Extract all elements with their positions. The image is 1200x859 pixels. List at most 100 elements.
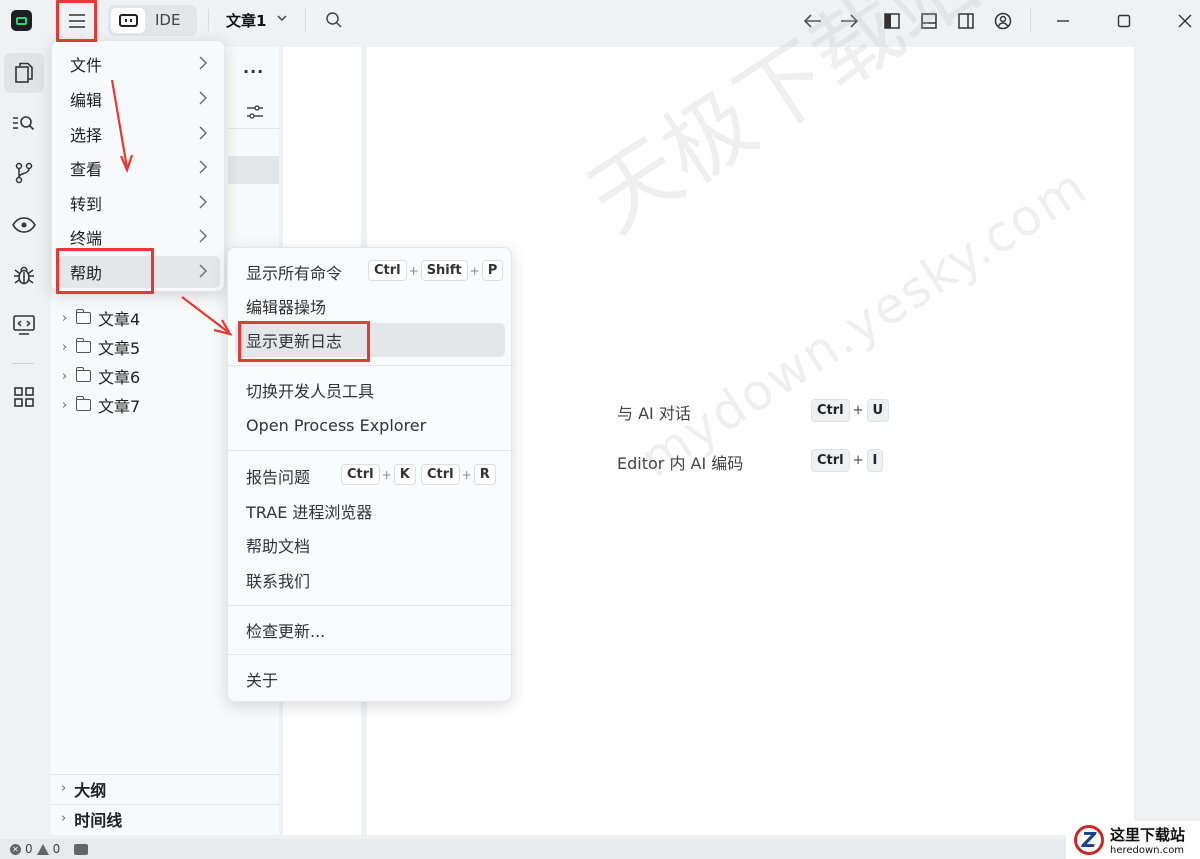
toggle-primary-sidebar-button[interactable] xyxy=(879,8,905,34)
minimize-button[interactable] xyxy=(1050,8,1076,34)
menu-item-label: 选择 xyxy=(70,126,103,145)
plus-sign: + xyxy=(469,263,480,278)
solo-mode-icon[interactable] xyxy=(111,8,145,33)
folder-icon xyxy=(75,309,91,324)
menu-item-label: 关于 xyxy=(246,671,279,690)
title-bar: IDE 文章1 xyxy=(0,0,1200,40)
help-docs-item[interactable]: 帮助文档 xyxy=(235,528,505,562)
tree-item-label: 文章7 xyxy=(98,397,141,416)
arrow-left-icon xyxy=(803,14,821,28)
close-button[interactable] xyxy=(1172,8,1198,34)
panel-bottom-icon xyxy=(921,13,937,29)
minimize-icon xyxy=(1057,20,1069,22)
menu-item-label: 帮助文档 xyxy=(246,537,311,556)
folder-icon xyxy=(75,396,91,411)
back-button[interactable] xyxy=(800,8,826,34)
open-process-explorer-item[interactable]: Open Process Explorer xyxy=(235,408,505,442)
divider xyxy=(305,9,306,31)
divider xyxy=(228,128,279,129)
help-submenu: 显示所有命令 Ctrl + Shift + P 编辑器操场 显示更新日志 切换开… xyxy=(227,247,513,702)
tree-item-label: 文章5 xyxy=(98,339,141,358)
account-button[interactable] xyxy=(990,8,1016,34)
files-icon xyxy=(15,62,33,83)
kbd-key: Shift xyxy=(420,260,468,281)
menu-item-label: 转到 xyxy=(70,195,103,214)
menu-item-label: TRAE 进程浏览器 xyxy=(246,503,373,522)
shortcut-keys: Ctrl + K xyxy=(341,464,416,485)
trae-process-explorer-item[interactable]: TRAE 进程浏览器 xyxy=(235,494,505,528)
maximize-button[interactable] xyxy=(1111,8,1137,34)
site-logo: Z 这里下载站 heredown.com xyxy=(1066,821,1200,859)
more-actions-icon[interactable]: ··· xyxy=(243,62,264,81)
toggle-panel-button[interactable] xyxy=(916,8,942,34)
folder-icon xyxy=(75,367,91,382)
search-icon xyxy=(326,12,342,28)
toggle-secondary-sidebar-button[interactable] xyxy=(953,8,979,34)
plus-sign: + xyxy=(852,403,864,418)
tree-item-folder[interactable]: › 文章5 xyxy=(62,334,140,360)
logo-url: heredown.com xyxy=(1110,845,1185,856)
search-activity[interactable] xyxy=(4,103,44,143)
plus-sign: + xyxy=(408,263,419,278)
activity-bar xyxy=(0,45,48,835)
kbd-key: K xyxy=(393,464,416,485)
about-item[interactable]: 关于 xyxy=(235,662,505,696)
user-circle-icon xyxy=(994,12,1012,30)
tree-item-folder[interactable]: › 文章6 xyxy=(62,363,140,389)
chevron-right-icon: › xyxy=(61,811,67,826)
inline-ai-hint: Editor 内 AI 编码 xyxy=(617,450,743,474)
warning-icon[interactable] xyxy=(36,843,49,855)
menu-item-go[interactable]: 转到 xyxy=(58,187,220,219)
kbd-key: P xyxy=(481,260,504,281)
tree-item-folder[interactable]: › 文章7 xyxy=(62,392,140,418)
menu-item-edit[interactable]: 编辑 xyxy=(58,83,220,115)
forward-button[interactable] xyxy=(836,8,862,34)
extensions-activity[interactable] xyxy=(4,377,44,417)
error-count[interactable]: 0 xyxy=(25,842,33,856)
source-control-activity[interactable] xyxy=(4,153,44,193)
menu-item-selection[interactable]: 选择 xyxy=(58,118,220,150)
kbd-key: Ctrl xyxy=(811,449,850,472)
editor-playground-item[interactable]: 编辑器操场 xyxy=(235,289,505,323)
section-label: 大纲 xyxy=(74,780,107,800)
file-title[interactable]: 文章1 xyxy=(226,10,266,31)
chevron-right-icon xyxy=(199,264,207,278)
divider xyxy=(228,450,513,451)
remote-activity[interactable] xyxy=(4,305,44,345)
menu-item-label: 查看 xyxy=(70,160,103,179)
error-icon[interactable]: ✕ xyxy=(10,843,21,855)
folder-icon xyxy=(75,338,91,353)
divider xyxy=(1030,9,1031,31)
menu-item-file[interactable]: 文件 xyxy=(58,48,220,80)
menu-item-label: 切换开发人员工具 xyxy=(246,382,375,401)
menu-item-view[interactable]: 查看 xyxy=(58,152,220,184)
preview-activity[interactable] xyxy=(4,205,44,245)
mode-toggle[interactable]: IDE xyxy=(108,5,197,36)
explorer-activity[interactable] xyxy=(4,53,44,93)
outline-section[interactable]: › 大纲 xyxy=(51,774,279,802)
toggle-dev-tools-item[interactable]: 切换开发人员工具 xyxy=(235,373,505,407)
timeline-section[interactable]: › 时间线 xyxy=(51,804,279,832)
warning-count[interactable]: 0 xyxy=(53,842,61,856)
app-logo xyxy=(11,10,32,31)
annotation-box xyxy=(238,321,370,362)
chevron-right-icon xyxy=(199,56,207,70)
contact-us-item[interactable]: 联系我们 xyxy=(235,563,505,597)
git-branch-icon xyxy=(15,162,33,184)
tree-item-folder[interactable]: › 文章4 xyxy=(62,305,140,331)
annotation-box xyxy=(56,0,97,42)
chevron-right-icon: › xyxy=(62,339,68,355)
selected-row-highlight xyxy=(228,156,279,184)
shortcut-keys: Ctrl + R xyxy=(421,464,496,485)
tree-item-label: 文章6 xyxy=(98,368,141,387)
debug-activity[interactable] xyxy=(4,255,44,295)
chevron-down-icon[interactable] xyxy=(276,12,288,24)
z-logo-icon: Z xyxy=(1074,825,1104,855)
check-updates-item[interactable]: 检查更新... xyxy=(235,613,505,647)
ide-mode-label[interactable]: IDE xyxy=(155,11,180,29)
menu-item-label: 显示所有命令 xyxy=(246,264,343,283)
sliders-icon[interactable] xyxy=(246,104,264,120)
terminal-icon[interactable] xyxy=(74,843,89,855)
maximize-icon xyxy=(1117,14,1131,28)
search-button[interactable] xyxy=(322,8,346,32)
